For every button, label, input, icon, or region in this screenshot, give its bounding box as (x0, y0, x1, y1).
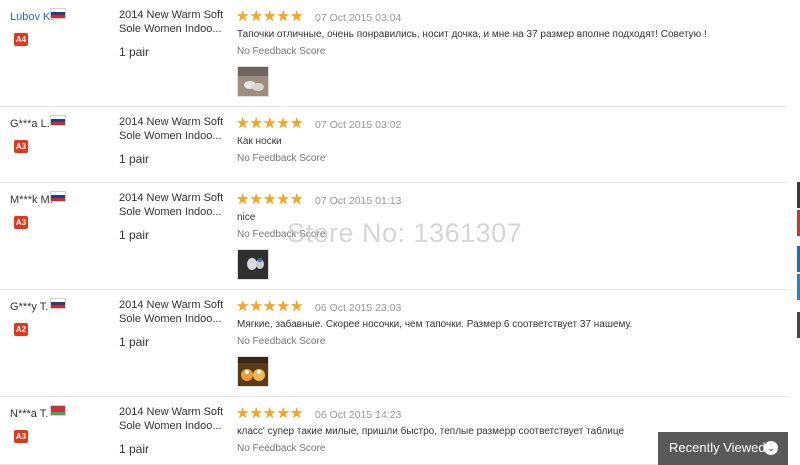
star-icon: ★ (276, 191, 290, 208)
star-icon: ★ (290, 8, 304, 25)
country-flag-icon (50, 298, 66, 309)
product-link[interactable]: 2014 New Warm Soft Sole Women Indoo... (119, 115, 229, 143)
star-icon: ★ (236, 115, 250, 132)
star-icon: ★ (249, 191, 263, 208)
reviewer-name: G***y T. (10, 301, 49, 313)
star-icon: ★ (263, 298, 277, 315)
buyer-level-badge: A3 (14, 140, 28, 153)
star-rating: ★ ★ ★ ★ ★ (236, 8, 304, 25)
country-flag-icon (50, 405, 66, 416)
review-row: Lubov K. A4 2014 New Warm Soft Sole Women … (0, 0, 788, 107)
buyer-level-badge: A2 (14, 323, 28, 336)
buyer-level-badge: A3 (14, 430, 28, 443)
order-quantity: 1 pair (119, 152, 150, 166)
star-icon: ★ (290, 298, 304, 315)
star-icon: ★ (263, 115, 277, 132)
review-photo-thumbnail[interactable] (237, 356, 269, 387)
star-icon: ★ (236, 8, 250, 25)
feedback-score-label: No Feedback Score (237, 229, 326, 240)
review-photo-thumbnail[interactable] (237, 66, 269, 97)
feedback-score-label: No Feedback Score (237, 336, 326, 347)
review-photo-thumbnail[interactable] (237, 249, 269, 280)
review-date: 06 Oct 2015 14:23 (315, 409, 402, 421)
review-row: G***a L. A3 2014 New Warm Soft Sole Women … (0, 107, 788, 183)
buyer-level-badge: A3 (14, 216, 28, 229)
country-flag-icon (50, 8, 66, 19)
review-text: Мягкие, забавные. Скорее носочки, чем та… (237, 319, 633, 330)
product-link[interactable]: 2014 New Warm Soft Sole Women Indoo... (119, 298, 229, 326)
star-rating: ★ ★ ★ ★ ★ (236, 115, 304, 132)
star-icon: ★ (236, 298, 250, 315)
star-icon: ★ (249, 405, 263, 422)
star-icon: ★ (263, 405, 277, 422)
review-text: Тапочки отличные, очень понравились, нос… (237, 29, 707, 40)
order-quantity: 1 pair (119, 442, 150, 456)
feedback-score-label: No Feedback Score (237, 443, 326, 454)
recently-viewed-label: Recently Viewed (669, 440, 766, 455)
star-icon: ★ (290, 191, 304, 208)
star-icon: ★ (236, 405, 250, 422)
review-date: 06 Oct 2015 23:03 (315, 302, 402, 314)
star-icon: ★ (249, 8, 263, 25)
chevron-down-icon: ⌄ (764, 441, 778, 455)
star-icon: ★ (276, 405, 290, 422)
review-row: G***y T. A2 2014 New Warm Soft Sole Women … (0, 290, 788, 397)
order-quantity: 1 pair (119, 228, 150, 242)
star-rating: ★ ★ ★ ★ ★ (236, 191, 304, 208)
order-quantity: 1 pair (119, 45, 150, 59)
star-icon: ★ (276, 298, 290, 315)
recently-viewed-button[interactable]: Recently Viewed ⌄ (658, 432, 788, 465)
product-link[interactable]: 2014 New Warm Soft Sole Women Indoo... (119, 405, 229, 433)
reviewer-name[interactable]: Lubov K. (10, 11, 53, 23)
feedback-score-label: No Feedback Score (237, 46, 326, 57)
feedback-list: Lubov K. A4 2014 New Warm Soft Sole Women … (0, 0, 788, 465)
review-date: 07 Oct 2015 01:13 (315, 195, 402, 207)
star-icon: ★ (276, 8, 290, 25)
reviewer-name: G***a L. (10, 118, 50, 130)
reviewer-name: N***a T. (10, 408, 49, 420)
review-text: Как носки (237, 136, 282, 147)
reviewer-name: M***k M. (10, 194, 53, 206)
product-link[interactable]: 2014 New Warm Soft Sole Women Indoo... (119, 8, 229, 36)
review-date: 07 Oct 2015 03:02 (315, 119, 402, 131)
country-flag-icon (50, 191, 66, 202)
star-rating: ★ ★ ★ ★ ★ (236, 405, 304, 422)
star-icon: ★ (290, 115, 304, 132)
review-text: класс' супер такие милые, пришли быстро,… (237, 426, 625, 437)
star-rating: ★ ★ ★ ★ ★ (236, 298, 304, 315)
order-quantity: 1 pair (119, 335, 150, 349)
review-date: 07 Oct 2015 03:04 (315, 12, 402, 24)
star-icon: ★ (236, 191, 250, 208)
review-row: M***k M. A3 2014 New Warm Soft Sole Women … (0, 183, 788, 290)
star-icon: ★ (276, 115, 290, 132)
review-text: nice (237, 212, 256, 223)
country-flag-icon (50, 115, 66, 126)
buyer-level-badge: A4 (14, 33, 28, 46)
product-link[interactable]: 2014 New Warm Soft Sole Women Indoo... (119, 191, 229, 219)
star-icon: ★ (263, 8, 277, 25)
star-icon: ★ (263, 191, 277, 208)
star-icon: ★ (290, 405, 304, 422)
star-icon: ★ (249, 115, 263, 132)
star-icon: ★ (249, 298, 263, 315)
feedback-score-label: No Feedback Score (237, 153, 326, 164)
